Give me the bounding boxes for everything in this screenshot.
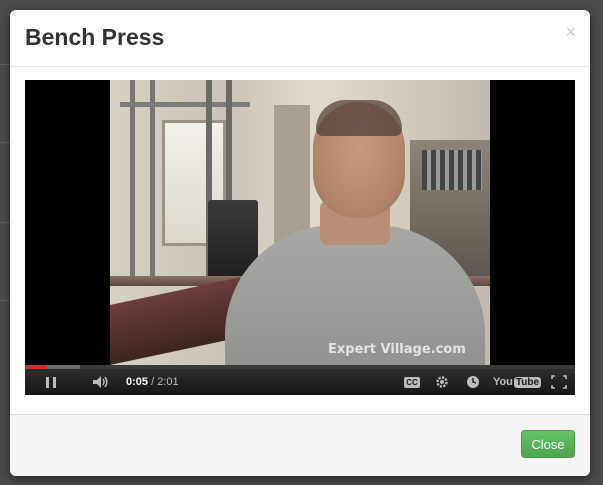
video-person-hair [316, 100, 402, 136]
youtube-you: You [492, 376, 513, 388]
modal-header: Bench Press × [10, 10, 590, 67]
volume-icon[interactable] [87, 369, 115, 395]
video-plates [422, 150, 482, 190]
gear-icon[interactable] [430, 369, 454, 395]
volume-icon-glyph [93, 376, 108, 388]
modal-footer: Close [10, 414, 590, 476]
modal-title: Bench Press [25, 24, 165, 50]
backdrop-divider [0, 300, 10, 301]
video-watermark: Expert Village.com [328, 342, 466, 357]
pause-icon-bar [53, 376, 56, 388]
backdrop-divider [0, 142, 10, 143]
pause-icon-bar [46, 376, 49, 388]
backdrop-divider [0, 64, 10, 65]
gear-icon-glyph [436, 376, 448, 388]
time-display: 0:05 / 2:01 [126, 369, 179, 395]
clock-icon-glyph [467, 376, 479, 388]
video-controls: 0:05 / 2:01 CC You Tube [25, 369, 575, 395]
time-separator: / [148, 376, 158, 388]
video-rack [130, 80, 135, 280]
pause-icon[interactable] [39, 369, 63, 395]
video-frame[interactable]: Expert Village.com [110, 80, 490, 365]
close-icon[interactable]: × [565, 22, 576, 42]
close-button[interactable]: Close [521, 430, 575, 458]
fullscreen-icon-glyph [551, 375, 567, 389]
cc-icon[interactable]: CC [400, 369, 424, 395]
cc-label: CC [404, 376, 420, 388]
current-time: 0:05 [126, 376, 149, 388]
video-player[interactable]: Expert Village.com 0:05 / 2:01 CC You Tu… [25, 80, 575, 395]
video-modal: Bench Press × Expert Village.com 0:05 / … [10, 10, 590, 476]
video-rack [150, 80, 155, 280]
youtube-icon[interactable]: You Tube [492, 369, 542, 395]
fullscreen-icon[interactable] [547, 369, 571, 395]
clock-icon[interactable] [461, 369, 485, 395]
backdrop-divider [0, 222, 10, 223]
duration: 2:01 [157, 376, 179, 388]
youtube-tube: Tube [513, 376, 542, 388]
